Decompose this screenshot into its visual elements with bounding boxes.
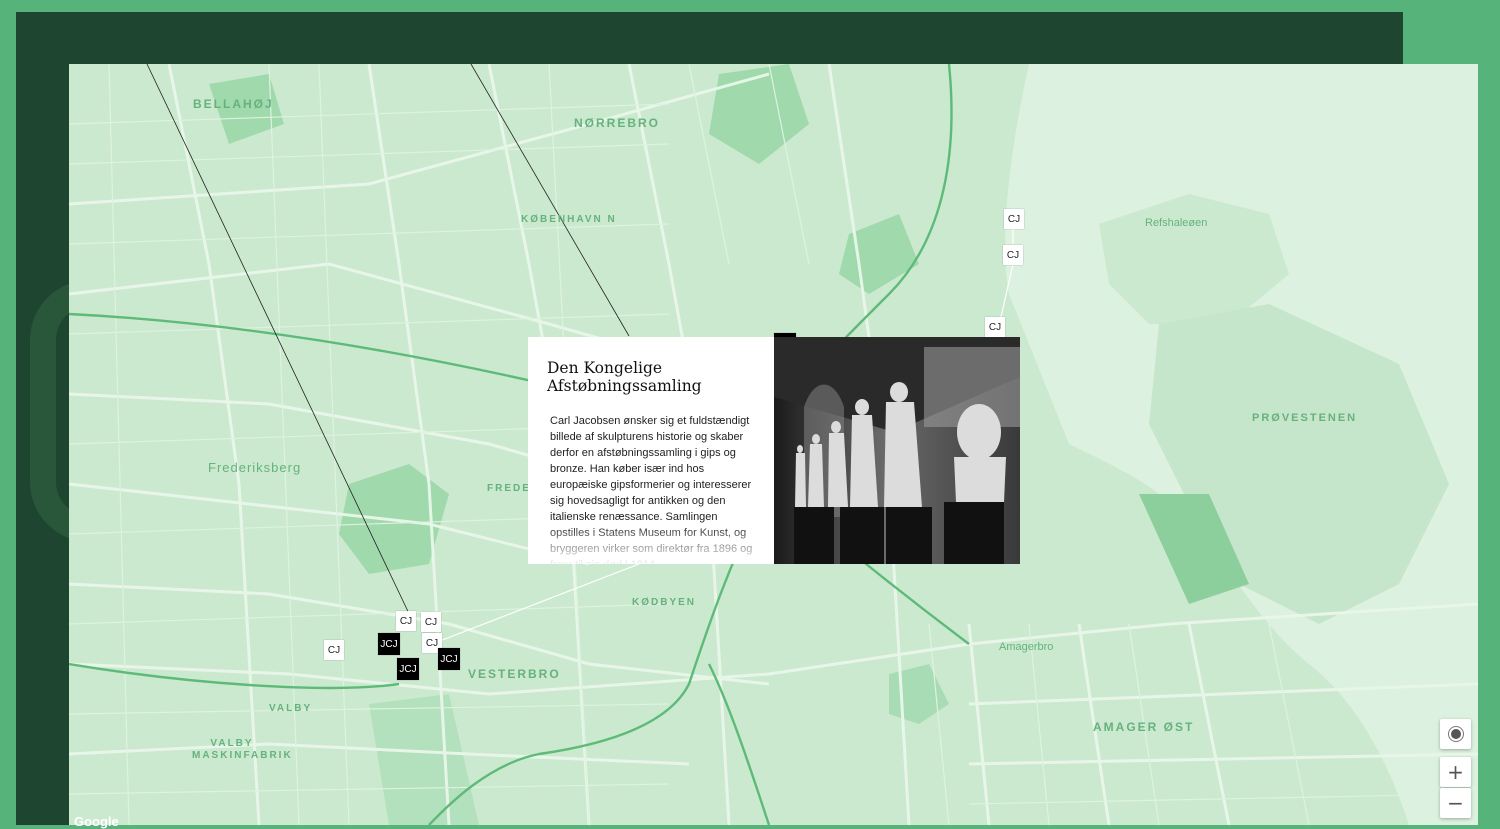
district-amager-ost: AMAGER ØST <box>1093 720 1195 734</box>
info-popup[interactable]: Den Kongelige Afstøbningssamling Carl Ja… <box>528 337 774 564</box>
map-marker-cj[interactable]: CJ <box>396 611 416 631</box>
zoom-out-button[interactable]: − <box>1440 788 1471 818</box>
google-attribution: Google <box>74 814 119 829</box>
district-valby-maskinfabrik: VALBY MASKINFABRIK <box>192 738 293 761</box>
locate-icon <box>1450 729 1461 739</box>
district-valby: VALBY <box>269 703 313 714</box>
popup-fade <box>528 524 774 564</box>
map-marker-cj[interactable]: CJ <box>421 612 441 632</box>
map-marker-jcj[interactable]: JCJ <box>378 633 400 655</box>
district-kodbyen: KØDBYEN <box>632 597 697 608</box>
map-marker-jcj[interactable]: JCJ <box>397 658 419 680</box>
sculpture-gallery-photo <box>774 337 1020 564</box>
map-marker-cj[interactable]: CJ <box>985 317 1005 337</box>
popup-title: Den Kongelige Afstøbningssamling <box>547 359 702 395</box>
zoom-in-button[interactable]: + <box>1440 757 1471 787</box>
district-bellahoj: BELLAHØJ <box>193 97 274 111</box>
map-marker-cj[interactable]: CJ <box>324 640 344 660</box>
map-marker-cj[interactable]: CJ <box>1004 209 1024 229</box>
district-vesterbro: VESTERBRO <box>468 667 561 681</box>
district-frederiksberg: Frederiksberg <box>208 460 302 475</box>
district-kobenhavn-n: KØBENHAVN N <box>521 214 617 225</box>
map-marker-cj[interactable]: CJ <box>1003 245 1023 265</box>
locate-button[interactable] <box>1440 719 1471 749</box>
district-provestenen: PRØVESTENEN <box>1252 412 1358 424</box>
district-amagerbro: Amagerbro <box>999 641 1054 653</box>
map-marker-jcj[interactable]: JCJ <box>438 648 460 670</box>
district-refshaleoen: Refshaleøen <box>1145 217 1208 229</box>
district-norrebro: NØRREBRO <box>574 116 661 130</box>
